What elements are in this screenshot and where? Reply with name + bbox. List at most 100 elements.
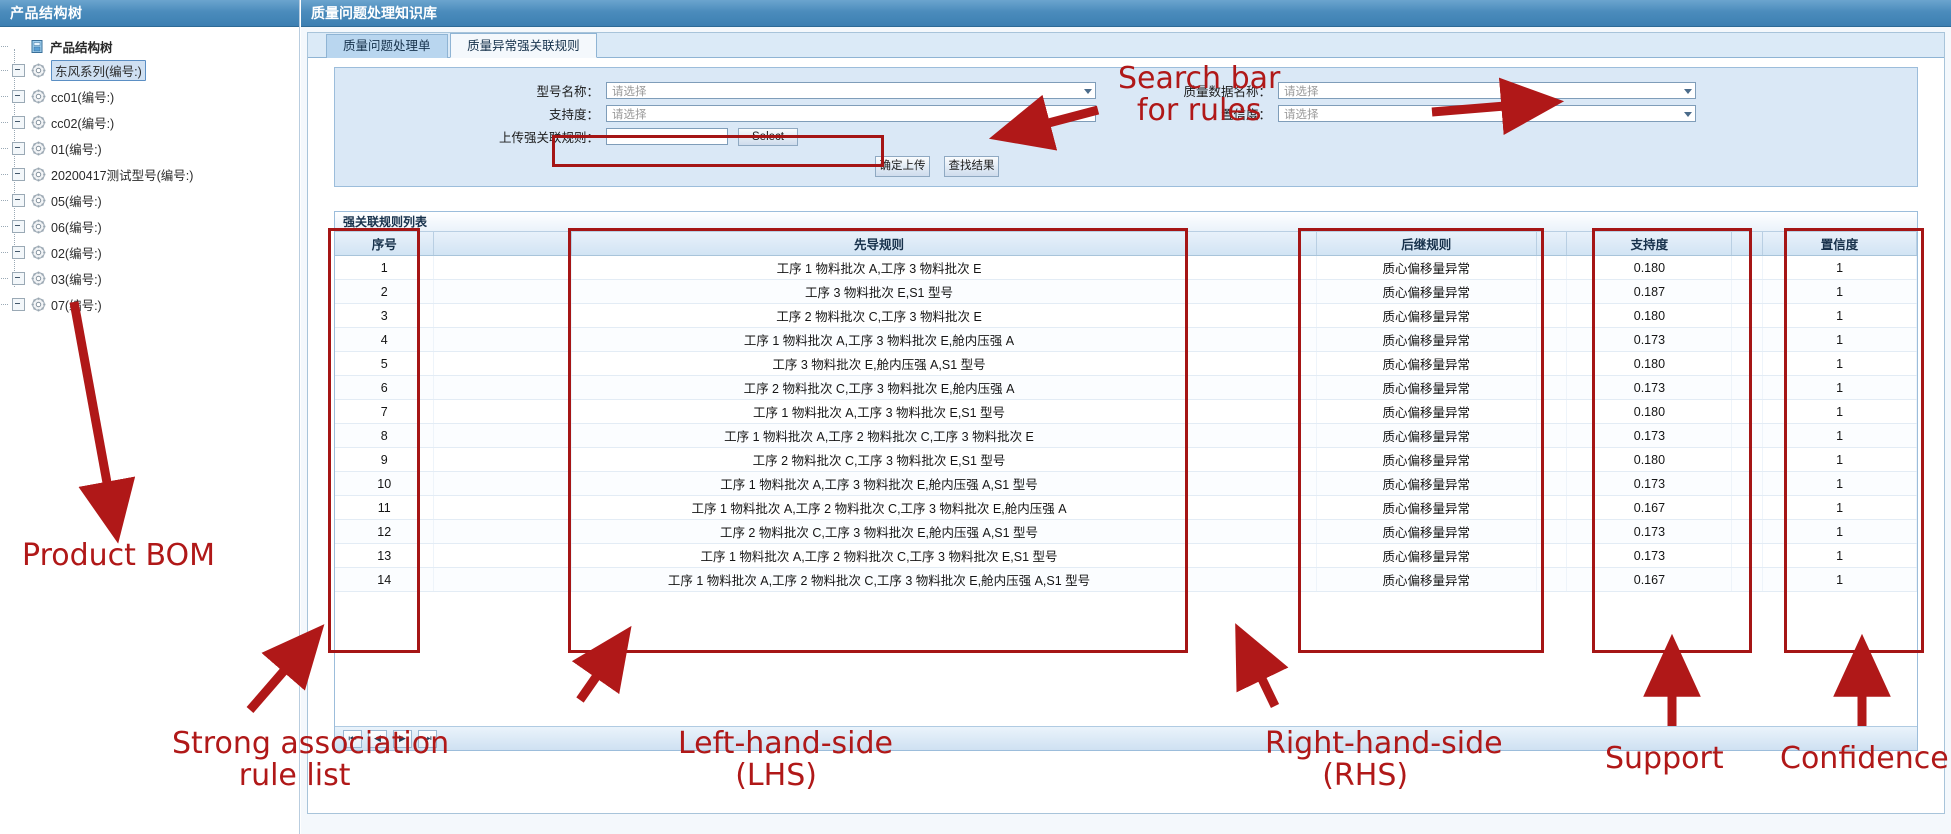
cell-spacer-1 [433,399,572,424]
support-select[interactable]: 请选择 [606,105,1096,122]
tree-expander-icon[interactable] [12,297,25,311]
tree-item-1[interactable]: cc01(编号:) [0,83,299,109]
tree-expander-icon[interactable] [12,115,25,129]
th-lhs[interactable]: 先导规则 [571,232,1188,256]
tree-expander-icon[interactable] [12,193,25,207]
table-row[interactable]: 7 工序 1 物料批次 A,工序 3 物料批次 E,S1 型号 质心偏移量异常 0.1… [335,399,1917,424]
tree-item-4[interactable]: 20200417测试型号(编号:) [0,161,299,187]
select-file-button[interactable]: Select [738,127,798,146]
gear-icon [31,141,46,156]
cell-spacer-3 [1536,255,1568,280]
tree-item-7[interactable]: 02(编号:) [0,239,299,265]
tab-quality-issue-form[interactable]: 质量问题处理单 [326,34,448,58]
cell-lhs: 工序 1 物料批次 A,工序 2 物料批次 C,工序 3 物料批次 E [571,423,1188,448]
table-row[interactable]: 3 工序 2 物料批次 C,工序 3 物料批次 E 质心偏移量异常 0.180 1 [335,303,1917,328]
cell-rhs: 质心偏移量异常 [1316,375,1537,400]
table-header-row: 序号 先导规则 后继规则 支持度 置信度 [335,232,1917,256]
table-row[interactable]: 6 工序 2 物料批次 C,工序 3 物料批次 E,舱内压强 A 质心偏移量异常 0.… [335,375,1917,400]
cell-spacer-1 [433,303,572,328]
table-row[interactable]: 2 工序 3 物料批次 E,S1 型号 质心偏移量异常 0.187 1 [335,279,1917,304]
tree-expander-icon[interactable] [12,245,25,259]
th-spacer-4 [1731,232,1764,256]
cell-lhs: 工序 2 物料批次 C,工序 3 物料批次 E,舱内压强 A [571,375,1188,400]
cell-spacer-1 [433,543,572,568]
cell-spacer-3 [1536,375,1568,400]
cell-spacer-2 [1186,279,1317,304]
cell-support: 0.180 [1566,351,1733,376]
table-row[interactable]: 10 工序 1 物料批次 A,工序 3 物料批次 E,舱内压强 A,S1 型号 质心… [335,471,1917,496]
knowledge-base-panel: 质量问题处理知识库 质量问题处理单 质量异常强关联规则 型号名称： 请选择 支持… [301,0,1951,834]
tree-expander-icon[interactable] [12,89,25,103]
tree-root-node[interactable]: 产品结构树 [0,35,299,57]
cell-confidence: 1 [1762,423,1917,448]
pager-prev-button[interactable]: ◀ [368,729,387,748]
confirm-upload-button[interactable]: 确定上传 [875,156,930,177]
tree-expander-icon[interactable] [12,219,25,233]
th-confidence[interactable]: 置信度 [1762,232,1917,256]
cell-rhs: 质心偏移量异常 [1316,543,1537,568]
tree-item-6[interactable]: 06(编号:) [0,213,299,239]
cell-confidence: 1 [1762,351,1917,376]
tree-branch-line [0,200,8,201]
tree-item-label: 05(编号:) [51,194,102,209]
cell-spacer-2 [1186,567,1317,592]
tree-item-0[interactable]: 东风系列(编号:) [0,57,299,83]
cell-rhs: 质心偏移量异常 [1316,399,1537,424]
cell-sequence: 6 [335,375,435,400]
cell-spacer-1 [433,567,572,592]
table-row[interactable]: 5 工序 3 物料批次 E,舱内压强 A,S1 型号 质心偏移量异常 0.180 1 [335,351,1917,376]
cell-spacer-1 [433,471,572,496]
th-sequence[interactable]: 序号 [335,232,435,256]
gear-icon [31,63,46,78]
cell-spacer-3 [1536,399,1568,424]
tree-expander-icon[interactable] [12,271,25,285]
grid-title: 强关联规则列表 [335,212,1917,232]
tree-item-5[interactable]: 05(编号:) [0,187,299,213]
table-row[interactable]: 12 工序 2 物料批次 C,工序 3 物料批次 E,舱内压强 A,S1 型号 质心… [335,519,1917,544]
cell-sequence: 8 [335,423,435,448]
table-row[interactable]: 9 工序 2 物料批次 C,工序 3 物料批次 E,S1 型号 质心偏移量异常 0.1… [335,447,1917,472]
tree-item-3[interactable]: 01(编号:) [0,135,299,161]
table-row[interactable]: 14 工序 1 物料批次 A,工序 2 物料批次 C,工序 3 物料批次 E,舱内… [335,567,1917,592]
pager-next-button[interactable]: ▶ [393,729,412,748]
cell-spacer-4 [1731,303,1764,328]
cell-spacer-4 [1731,375,1764,400]
pager-first-button[interactable]: ⏮ [343,729,362,748]
cell-spacer-2 [1186,519,1317,544]
cell-spacer-4 [1731,495,1764,520]
confidence-select[interactable]: 请选择 [1278,105,1696,122]
th-rhs[interactable]: 后继规则 [1316,232,1537,256]
tree-item-2[interactable]: cc02(编号:) [0,109,299,135]
cell-rhs: 质心偏移量异常 [1316,303,1537,328]
tree-expander-icon[interactable] [12,63,25,77]
pager-last-button[interactable]: ⏭ [418,729,437,748]
search-result-button[interactable]: 查找结果 [944,156,999,177]
rule-table: 序号 先导规则 后继规则 支持度 置信度 1 工序 1 物料批次 A,工序 3 物… [335,232,1917,592]
quality-data-name-value: 请选择 [1284,85,1319,98]
table-row[interactable]: 1 工序 1 物料批次 A,工序 3 物料批次 E 质心偏移量异常 0.180 1 [335,255,1917,280]
th-spacer-1 [433,232,572,256]
tree-expander-icon[interactable] [12,167,25,181]
cell-lhs: 工序 2 物料批次 C,工序 3 物料批次 E [571,303,1188,328]
tree-expander-icon[interactable] [12,141,25,155]
gear-icon [31,219,46,234]
tree-item-8[interactable]: 03(编号:) [0,265,299,291]
tree-panel-title: 产品结构树 [0,0,299,27]
upload-rule-input[interactable] [606,128,728,145]
table-row[interactable]: 8 工序 1 物料批次 A,工序 2 物料批次 C,工序 3 物料批次 E 质心偏移… [335,423,1917,448]
table-row[interactable]: 4 工序 1 物料批次 A,工序 3 物料批次 E,舱内压强 A 质心偏移量异常 0.… [335,327,1917,352]
tab-strong-association-rules[interactable]: 质量异常强关联规则 [450,33,597,58]
table-row[interactable]: 11 工序 1 物料批次 A,工序 2 物料批次 C,工序 3 物料批次 E,舱内… [335,495,1917,520]
model-name-select[interactable]: 请选择 [606,82,1096,99]
tree-item-9[interactable]: 07(编号:) [0,291,299,317]
chevron-down-icon [1684,88,1692,94]
th-support[interactable]: 支持度 [1566,232,1733,256]
cell-sequence: 11 [335,495,435,520]
quality-data-name-select[interactable]: 请选择 [1278,82,1696,99]
cell-support: 0.167 [1566,495,1733,520]
gear-icon [31,271,46,286]
table-row[interactable]: 13 工序 1 物料批次 A,工序 2 物料批次 C,工序 3 物料批次 E,S1… [335,543,1917,568]
main-panel-title: 质量问题处理知识库 [301,0,1951,27]
tree-branch-line [0,122,8,123]
cell-spacer-4 [1731,471,1764,496]
